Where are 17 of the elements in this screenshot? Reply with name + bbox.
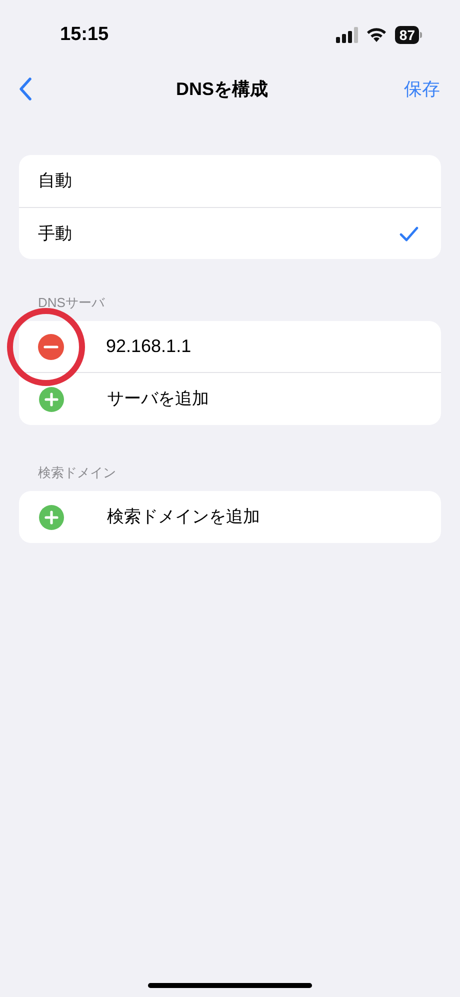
wifi-icon <box>366 27 388 43</box>
server-address[interactable]: 92.168.1.1 <box>106 333 192 360</box>
add-icon <box>39 386 64 412</box>
section-header: 検索ドメイン <box>38 465 117 481</box>
add-server-row[interactable]: サーバを追加 <box>19 373 441 425</box>
status-time: 15:15 <box>60 22 109 47</box>
checkmark-icon <box>399 226 419 242</box>
mode-option[interactable]: 自動 <box>19 155 441 207</box>
remove-icon[interactable] <box>38 334 64 360</box>
page-title: DNSを構成 <box>176 78 268 100</box>
mode-option[interactable]: 手動 <box>19 207 441 259</box>
signal-icon <box>336 27 358 43</box>
back-chevron-icon <box>18 77 32 101</box>
add-domain-row[interactable]: 検索ドメインを追加 <box>19 491 441 543</box>
battery-level: 87 <box>395 26 419 44</box>
section-header: DNSサーバ <box>38 295 106 311</box>
add-icon <box>39 504 64 530</box>
